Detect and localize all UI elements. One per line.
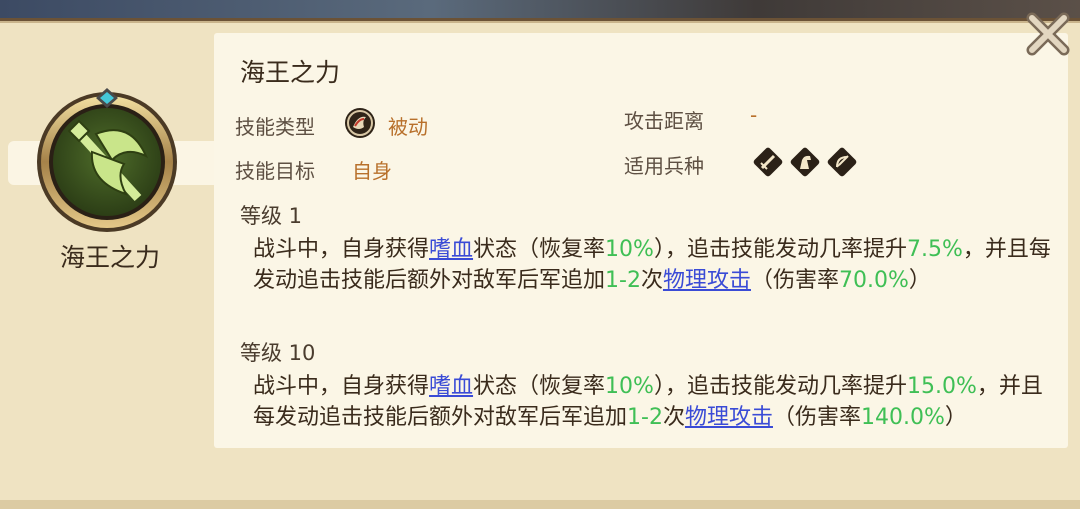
physical-attack-link[interactable]: 物理攻击: [663, 268, 751, 293]
troop-type-label: 适用兵种: [624, 154, 704, 178]
horse-troop-icon: [789, 146, 821, 178]
skill-detail-panel: 海王之力 技能类型 被动 技能目标 自身 攻击距离 - 适用兵种 等级 1 战斗…: [214, 33, 1068, 448]
bloodlust-link[interactable]: 嗜血: [429, 374, 473, 399]
level-10-description: 战斗中，自身获得嗜血状态（恢复率10%），追击技能发动几率提升15.0%，并且每…: [253, 374, 1043, 430]
close-button[interactable]: [1022, 8, 1074, 60]
passive-type-icon: [344, 107, 376, 139]
skill-title: 海王之力: [240, 58, 341, 87]
skill-type-label: 技能类型: [235, 115, 315, 139]
dialog-frame-bottom: [0, 500, 1080, 509]
skill-type-value: 被动: [388, 115, 428, 139]
troop-icon-group: [752, 146, 858, 178]
bloodlust-link[interactable]: 嗜血: [429, 237, 473, 262]
close-icon: [1026, 12, 1070, 56]
physical-attack-link[interactable]: 物理攻击: [685, 405, 773, 430]
level-1-label: 等级 1: [240, 204, 303, 228]
skill-badge-icon: [34, 86, 180, 234]
skill-target-value: 自身: [352, 159, 392, 183]
scene-strip: [0, 0, 1080, 20]
level-10-label: 等级 10: [240, 341, 316, 365]
bow-troop-icon: [826, 146, 858, 178]
attack-range-value: -: [750, 103, 758, 127]
sword-troop-icon: [752, 146, 784, 178]
level-1-description: 战斗中，自身获得嗜血状态（恢复率10%），追击技能发动几率提升7.5%，并且每发…: [253, 237, 1051, 293]
skill-target-label: 技能目标: [235, 159, 315, 183]
attack-range-label: 攻击距离: [624, 109, 704, 133]
badge-skill-name: 海王之力: [59, 243, 160, 272]
